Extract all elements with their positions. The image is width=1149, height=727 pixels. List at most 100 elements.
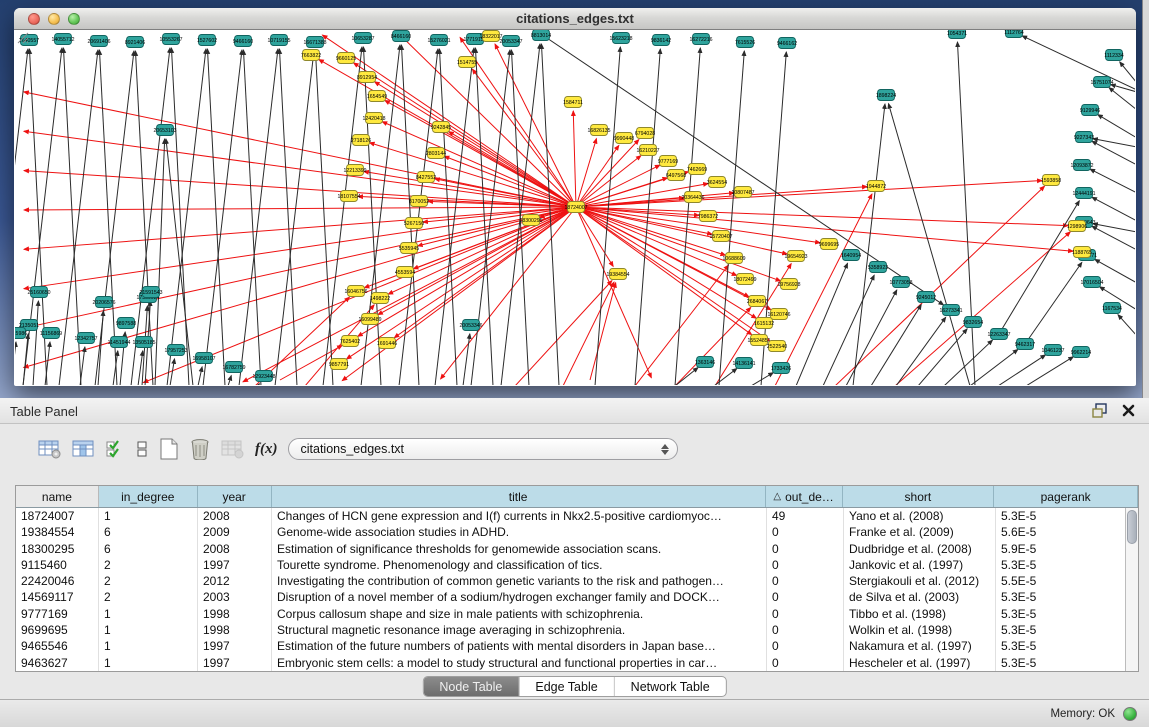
graph-node[interactable]: 5358923: [868, 262, 888, 273]
graph-node[interactable]: 8427552: [416, 172, 436, 183]
column-header-out_de[interactable]: △out_de…: [766, 486, 843, 507]
graph-node[interactable]: 8466160: [391, 31, 411, 42]
graph-edge[interactable]: [999, 201, 1079, 334]
graph-node[interactable]: 9962214: [1071, 347, 1091, 358]
graph-node[interactable]: 19654923: [784, 251, 807, 262]
tab-network-table[interactable]: Network Table: [615, 677, 726, 696]
graph-node[interactable]: 9466162: [777, 38, 797, 49]
graph-node[interactable]: 1944872: [866, 181, 886, 192]
graph-edge[interactable]: [576, 207, 820, 243]
graph-edge[interactable]: [370, 143, 576, 207]
graph-edge[interactable]: [463, 334, 470, 385]
graph-node[interactable]: 10653287: [351, 33, 374, 44]
column-header-in_degree[interactable]: in_degree: [99, 486, 198, 507]
graph-edge[interactable]: [315, 51, 333, 385]
graph-node[interactable]: 1654549: [367, 91, 387, 102]
graph-node[interactable]: 12342757: [74, 333, 97, 344]
graph-node[interactable]: 7663822: [301, 50, 321, 61]
graph-node[interactable]: 10688609: [722, 253, 745, 264]
graph-node[interactable]: 19384554: [606, 269, 629, 280]
graph-node[interactable]: 16046756: [344, 286, 367, 297]
graph-node[interactable]: 1298906: [1067, 221, 1087, 232]
graph-node[interactable]: 1584711: [563, 97, 583, 108]
graph-node[interactable]: 6497568: [666, 170, 686, 181]
graph-edge[interactable]: [1120, 62, 1135, 83]
graph-edge[interactable]: [258, 384, 259, 385]
graph-node[interactable]: 10553267: [159, 34, 182, 45]
graph-edge[interactable]: [358, 207, 576, 336]
graph-node[interactable]: 12213399: [343, 165, 366, 176]
table-columns-icon[interactable]: [72, 439, 96, 459]
graph-node[interactable]: 9857791: [329, 359, 349, 370]
graph-node[interactable]: 25160650: [27, 287, 50, 298]
graph-edge[interactable]: [835, 186, 1044, 385]
graph-node[interactable]: 18322017: [479, 31, 502, 42]
graph-node[interactable]: 8813014: [531, 30, 551, 41]
graph-node[interactable]: 20691406: [87, 36, 110, 47]
graph-node[interactable]: 9777169: [658, 156, 678, 167]
graph-edge[interactable]: [33, 301, 38, 385]
graph-node[interactable]: 8170052: [409, 196, 429, 207]
graph-edge[interactable]: [23, 334, 28, 385]
graph-node[interactable]: 14136141: [732, 358, 755, 369]
graph-node[interactable]: 9660125: [336, 53, 356, 64]
graph-edge[interactable]: [896, 317, 946, 385]
graph-node[interactable]: 19756928: [777, 279, 800, 290]
graph-node[interactable]: 12263347: [987, 329, 1010, 340]
graph-edge[interactable]: [895, 232, 1070, 385]
graph-edge[interactable]: [24, 207, 576, 289]
graph-node[interactable]: 7462669: [687, 164, 707, 175]
graph-node[interactable]: 10807487: [731, 187, 754, 198]
graph-node[interactable]: 2684067: [747, 296, 767, 307]
graph-node[interactable]: 4553594: [395, 267, 415, 278]
graph-edge[interactable]: [888, 104, 970, 385]
graph-edge[interactable]: [1025, 262, 1082, 344]
graph-node[interactable]: 2718126: [351, 135, 371, 146]
graph-edge[interactable]: [1026, 357, 1073, 385]
graph-edge[interactable]: [347, 207, 576, 359]
graph-edge[interactable]: [719, 51, 744, 385]
graph-node[interactable]: 1615132: [754, 318, 774, 329]
graph-node[interactable]: 1691446: [377, 338, 397, 349]
graph-edge[interactable]: [1022, 36, 1135, 90]
graph-node[interactable]: 12923448: [252, 371, 275, 382]
graph-node[interactable]: 9466160: [233, 36, 253, 47]
column-header-year[interactable]: year: [198, 486, 272, 507]
graph-node[interactable]: 9990448: [614, 133, 634, 144]
memory-status-led[interactable]: [1123, 707, 1137, 721]
graph-edge[interactable]: [846, 290, 897, 385]
graph-node[interactable]: 2522540: [767, 341, 787, 352]
graph-node[interactable]: 1514755: [457, 57, 477, 68]
graph-node[interactable]: 9129946: [1080, 105, 1100, 116]
row-height-icon[interactable]: [136, 439, 149, 459]
graph-node[interactable]: 3624554: [707, 177, 727, 188]
graph-node[interactable]: 9462317: [1015, 339, 1035, 350]
graph-node[interactable]: 14055712: [51, 34, 74, 45]
graph-node[interactable]: 8921406: [125, 37, 145, 48]
delete-table-icon[interactable]: [189, 438, 211, 460]
graph-edge[interactable]: [1092, 226, 1135, 250]
graph-node[interactable]: 20364436: [681, 192, 704, 203]
graph-edge[interactable]: [80, 347, 85, 385]
graph-node[interactable]: 7625402: [340, 336, 360, 347]
graph-node[interactable]: 12420418: [362, 113, 385, 124]
graph-edge[interactable]: [401, 45, 419, 385]
table-settings-icon[interactable]: [38, 439, 62, 459]
graph-edge[interactable]: [635, 265, 728, 385]
graph-node[interactable]: 3915986: [15, 328, 27, 339]
graph-node[interactable]: 16826135: [587, 125, 610, 136]
graph-node[interactable]: 9227343: [1074, 132, 1094, 143]
graph-node[interactable]: 15276021: [427, 35, 450, 46]
graph-node[interactable]: 13505185: [132, 337, 155, 348]
graph-node[interactable]: 1363146: [695, 357, 715, 368]
graph-node[interactable]: 9836142: [651, 35, 671, 46]
graph-node[interactable]: 1527602: [197, 35, 217, 46]
graph-edge[interactable]: [98, 311, 103, 385]
network-graph-canvas[interactable]: 2640557140557122069140689214061055326715…: [15, 30, 1135, 385]
close-panel-icon[interactable]: [1122, 404, 1135, 417]
graph-node[interactable]: 9699695: [819, 239, 839, 250]
graph-node[interactable]: 15720407: [709, 231, 732, 242]
graph-node[interactable]: 8912954: [357, 72, 377, 83]
graph-node[interactable]: 5535945: [399, 243, 419, 254]
graph-node[interactable]: 1112334: [1104, 50, 1124, 61]
